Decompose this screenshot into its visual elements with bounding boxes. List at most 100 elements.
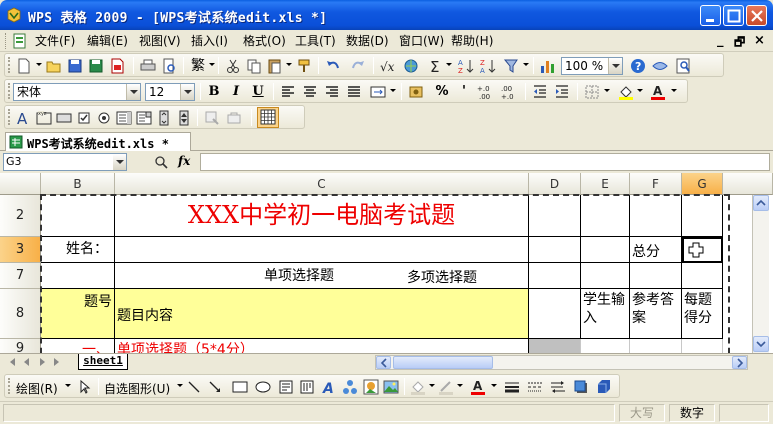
magnifier-icon[interactable]	[675, 57, 693, 75]
chevron-down-icon[interactable]	[113, 154, 126, 170]
align-right-icon[interactable]	[323, 83, 341, 101]
column-header-e[interactable]: E	[581, 173, 630, 195]
scroll-up-button[interactable]	[753, 195, 769, 211]
decrease-indent-icon[interactable]	[531, 83, 549, 101]
name-box[interactable]: G3	[3, 153, 127, 171]
menu-format[interactable]: 格式(O)	[241, 33, 288, 49]
question-content-header[interactable]: 题目内容	[115, 289, 529, 339]
format-painter-icon[interactable]	[295, 57, 313, 75]
help-icon[interactable]: ?	[629, 57, 647, 75]
filter-icon[interactable]	[503, 57, 521, 75]
line-style-icon[interactable]	[503, 378, 521, 396]
3d-style-icon[interactable]	[595, 378, 613, 396]
new-file-dropdown[interactable]	[36, 63, 42, 66]
first-sheet-icon[interactable]	[10, 358, 15, 366]
zoom-formula-icon[interactable]	[154, 155, 168, 169]
close-button[interactable]	[746, 5, 767, 26]
font-name-select[interactable]: 宋体	[13, 83, 141, 101]
column-header-f[interactable]: F	[630, 173, 682, 195]
design-mode-icon[interactable]	[225, 109, 243, 127]
font-color-icon[interactable]: A	[649, 83, 667, 101]
fill-color-dropdown[interactable]	[637, 89, 643, 92]
toggle-grid-button[interactable]	[257, 107, 279, 128]
line-color-icon[interactable]	[437, 378, 455, 396]
draw-menu-button[interactable]: 绘图(R)	[16, 380, 58, 397]
spreadsheet-grid[interactable]: B C D E F G 2 3 7 8 9 XXX中学初一电脑考试题 姓名： 总…	[0, 173, 773, 353]
menu-tools[interactable]: 工具(T)	[293, 33, 338, 49]
scroll-left-button[interactable]	[376, 356, 391, 369]
cut-icon[interactable]	[224, 57, 242, 75]
autosum-dropdown[interactable]	[446, 63, 452, 66]
export-pdf-icon[interactable]	[108, 57, 126, 75]
arrow-tool-icon[interactable]	[206, 378, 224, 396]
row-header-3[interactable]: 3	[0, 237, 41, 263]
chevron-down-icon[interactable]	[126, 84, 140, 100]
scroll-down-button[interactable]	[753, 336, 769, 352]
textbox-tool-icon[interactable]	[277, 378, 295, 396]
radio-control-icon[interactable]	[95, 109, 113, 127]
next-sheet-icon[interactable]	[40, 358, 45, 366]
document-icon[interactable]	[12, 33, 28, 49]
cell-d2[interactable]	[529, 195, 581, 237]
score-per-question-header[interactable]: 每题得分	[682, 289, 723, 339]
section-title-cell[interactable]: 单项选择题（5*4分）	[115, 339, 529, 353]
menu-data[interactable]: 数据(D)	[344, 33, 391, 49]
toolbar-grip[interactable]	[8, 378, 11, 394]
sheet-tab[interactable]: sheet1	[78, 354, 128, 370]
redo-icon[interactable]	[349, 57, 367, 75]
horizontal-scroll-thumb[interactable]	[393, 356, 493, 369]
menu-grip[interactable]	[5, 33, 8, 49]
select-all-corner[interactable]	[0, 173, 41, 195]
draw-fill-color-icon[interactable]	[409, 378, 427, 396]
cell-b2[interactable]	[41, 195, 115, 237]
cell-e7[interactable]	[581, 263, 630, 289]
label-control-icon[interactable]: A	[15, 109, 33, 127]
section-number-cell[interactable]: 一、	[41, 339, 115, 353]
autoshapes-dropdown[interactable]	[177, 384, 183, 387]
cell-f9[interactable]	[630, 339, 682, 353]
draw-font-color-icon[interactable]: A	[469, 378, 487, 396]
cell-d9[interactable]	[529, 339, 581, 353]
align-left-icon[interactable]	[279, 83, 297, 101]
traditional-chinese-button[interactable]: 繁	[189, 57, 207, 75]
doc-restore-button[interactable]: 🗗	[734, 33, 745, 54]
last-sheet-icon[interactable]	[54, 358, 59, 366]
toolbar-grip[interactable]	[8, 109, 11, 125]
autoshapes-menu-button[interactable]: 自选图形(U)	[104, 380, 170, 397]
save-as-icon[interactable]	[87, 57, 105, 75]
merge-dropdown[interactable]	[390, 89, 396, 92]
open-folder-icon[interactable]	[45, 57, 63, 75]
column-header-b[interactable]: B	[41, 173, 115, 195]
choice-headers-cell[interactable]: 单项选择题 多项选择题	[115, 263, 529, 289]
traditional-dropdown[interactable]	[209, 63, 215, 66]
sort-descending-icon[interactable]: ZA	[479, 57, 497, 75]
minimize-button[interactable]	[700, 5, 721, 26]
cell-f2[interactable]	[630, 195, 682, 237]
save-icon[interactable]	[66, 57, 84, 75]
fill-color-icon[interactable]	[617, 83, 635, 101]
currency-icon[interactable]	[407, 83, 425, 101]
cell-b7[interactable]	[41, 263, 115, 289]
menu-window[interactable]: 窗口(W)	[397, 33, 446, 49]
hyperlink-icon[interactable]	[402, 57, 420, 75]
draw-font-color-dropdown[interactable]	[491, 384, 497, 387]
new-file-icon[interactable]	[15, 57, 33, 75]
column-header-d[interactable]: D	[529, 173, 581, 195]
decrease-decimal-icon[interactable]: .00+.0	[501, 83, 519, 101]
line-color-dropdown[interactable]	[457, 384, 463, 387]
cell-f7[interactable]	[630, 263, 682, 289]
toolbar-grip[interactable]	[8, 83, 11, 99]
cell-e9[interactable]	[581, 339, 630, 353]
cell-e2[interactable]	[581, 195, 630, 237]
align-center-icon[interactable]	[301, 83, 319, 101]
title-cell[interactable]: XXX中学初一电脑考试题	[115, 195, 529, 237]
prev-sheet-icon[interactable]	[24, 358, 29, 366]
checkbox-control-icon[interactable]	[75, 109, 93, 127]
document-tab[interactable]: WPS考试系统edit.xls *	[5, 132, 191, 151]
menu-file[interactable]: 文件(F)	[33, 33, 77, 49]
menu-help[interactable]: 帮助(H)	[449, 33, 495, 49]
chevron-down-icon[interactable]	[180, 84, 194, 100]
insert-picture-icon[interactable]	[382, 378, 400, 396]
diagram-icon[interactable]	[341, 378, 359, 396]
scrollbar-control-icon[interactable]	[155, 109, 173, 127]
